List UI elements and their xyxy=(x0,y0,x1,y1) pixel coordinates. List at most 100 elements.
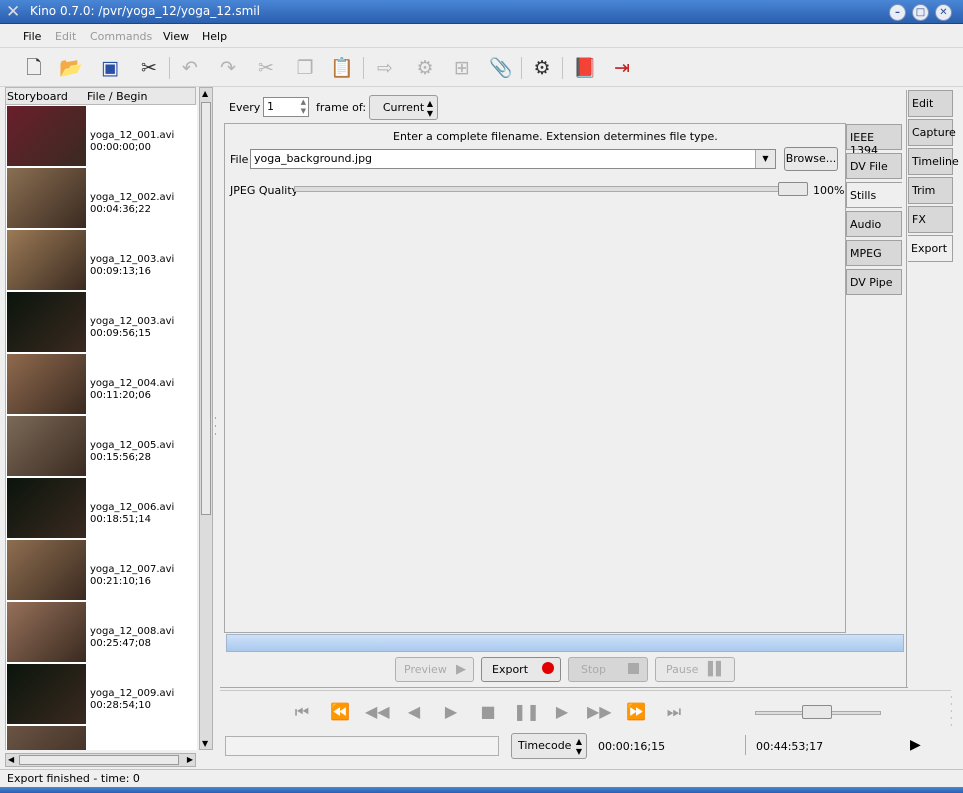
tab-export-dv-pipe[interactable]: DV Pipe xyxy=(846,269,902,295)
split-scene-icon[interactable]: ⇨ xyxy=(370,53,400,83)
tab-mode-capture[interactable]: Capture xyxy=(908,119,956,146)
attach-icon[interactable]: 📎 xyxy=(486,53,516,83)
copy-icon[interactable]: ❐ xyxy=(290,53,320,83)
scene-begin-time: 00:28:54;10 xyxy=(90,700,152,711)
tab-export-dv-file[interactable]: DV File xyxy=(846,153,902,179)
scroll-up-icon[interactable]: ▲ xyxy=(202,89,208,98)
tab-export-mpeg[interactable]: MPEG xyxy=(846,240,902,266)
minimize-icon[interactable]: – xyxy=(889,4,906,21)
help-book-icon[interactable]: 📕 xyxy=(570,53,600,83)
storyboard-item[interactable]: yoga_12_003.avi 00:09:56;15 xyxy=(6,291,197,353)
jpeg-quality-slider[interactable] xyxy=(294,186,808,192)
scene-begin-time: 00:25:47;08 xyxy=(90,638,152,649)
previous-scene-icon[interactable]: ⏪ xyxy=(328,702,352,721)
browse-button[interactable]: Browse... xyxy=(784,147,838,171)
file-label: File xyxy=(230,153,249,166)
shuttle-slider-handle[interactable] xyxy=(802,705,832,719)
storyboard-item[interactable]: yoga_12_010.avi xyxy=(6,725,197,750)
storyboard-item[interactable]: yoga_12_006.avi 00:18:51;14 xyxy=(6,477,197,539)
storyboard-item[interactable]: yoga_12_005.avi 00:15:56;28 xyxy=(6,415,197,477)
scene-filename: yoga_12_003.avi xyxy=(90,254,175,265)
resize-grip[interactable]: · · · · · xyxy=(950,694,953,730)
scroll-thumb[interactable] xyxy=(19,755,179,765)
menu-file[interactable]: File xyxy=(23,30,41,43)
position-field[interactable] xyxy=(225,736,499,756)
app-logo-icon: ✕ xyxy=(6,2,21,22)
scroll-left-icon[interactable]: ◀ xyxy=(8,755,14,764)
menu-commands[interactable]: Commands xyxy=(90,30,152,43)
jpeg-quality-label: JPEG Quality xyxy=(230,184,299,197)
frame-of-select[interactable]: Current ▲ ▼ xyxy=(369,95,438,120)
go-to-end-icon[interactable]: ⏭ xyxy=(662,702,686,722)
pause-button[interactable]: Pause ▌▌ xyxy=(655,657,735,682)
play-transport-icon[interactable]: ▶ xyxy=(439,702,463,721)
join-scenes-icon[interactable]: ⚙ xyxy=(410,53,440,83)
fast-forward-icon[interactable]: ▶▶ xyxy=(587,702,612,721)
tab-export-ieee-1394[interactable]: IEEE 1394 xyxy=(846,124,902,157)
tab-export-audio[interactable]: Audio xyxy=(846,211,902,237)
close-icon[interactable]: ✕ xyxy=(935,4,952,21)
storyboard-item[interactable]: yoga_12_009.avi 00:28:54;10 xyxy=(6,663,197,725)
jpeg-quality-slider-handle[interactable] xyxy=(778,182,808,196)
tab-mode-fx[interactable]: FX xyxy=(908,206,953,233)
every-spin-input[interactable]: 1 ▲ ▼ xyxy=(263,97,309,117)
filename-input[interactable]: yoga_background.jpg ▼ xyxy=(250,149,776,169)
save-icon[interactable]: ▣ xyxy=(95,53,125,83)
pause-transport-icon[interactable]: ❚❚ xyxy=(513,702,540,721)
storyboard-horizontal-scrollbar[interactable]: ◀ ▶ xyxy=(5,753,196,767)
status-text: Export finished - time: 0 xyxy=(7,772,140,785)
menu-edit[interactable]: Edit xyxy=(55,30,76,43)
paste-icon[interactable]: 📋 xyxy=(327,53,357,83)
next-frame-icon[interactable]: ▶ xyxy=(550,702,574,721)
tab-mode-edit[interactable]: Edit xyxy=(908,90,953,117)
open-folder-icon[interactable]: 📂 xyxy=(56,53,86,83)
scroll-down-icon[interactable]: ▼ xyxy=(202,739,208,748)
previous-frame-icon[interactable]: ◀ xyxy=(402,702,426,721)
tab-mode-export[interactable]: Export xyxy=(908,235,953,262)
column-file-begin[interactable]: File / Begin xyxy=(87,90,147,103)
tab-export-stills[interactable]: Stills xyxy=(846,182,902,208)
next-scene-icon[interactable]: ⏩ xyxy=(624,702,648,721)
menu-view[interactable]: View xyxy=(163,30,189,43)
publish-gears-icon[interactable]: ⚙ xyxy=(527,53,557,83)
storyboard-item[interactable]: yoga_12_004.avi 00:11:20;06 xyxy=(6,353,197,415)
tab-mode-trim[interactable]: Trim xyxy=(908,177,953,204)
tab-mode-timeline[interactable]: Timeline xyxy=(908,148,959,175)
every-value: 1 xyxy=(267,100,274,113)
preview-button[interactable]: Preview ▶ xyxy=(395,657,474,682)
maximize-icon[interactable]: □ xyxy=(912,4,929,21)
storyboard-item[interactable]: yoga_12_002.avi 00:04:36;22 xyxy=(6,167,197,229)
stop-transport-icon[interactable]: ■ xyxy=(476,702,500,721)
storyboard-item[interactable]: yoga_12_001.avi 00:00:00;00 xyxy=(6,105,197,167)
rewind-icon[interactable]: ◀◀ xyxy=(365,702,390,721)
preferences-tools-icon[interactable]: ✂ xyxy=(134,53,164,83)
scene-thumbnail xyxy=(7,168,86,228)
storyboard-item[interactable]: yoga_12_008.avi 00:25:47;08 xyxy=(6,601,197,663)
column-storyboard[interactable]: Storyboard xyxy=(7,90,68,103)
cut-icon[interactable]: ✂ xyxy=(251,53,281,83)
exit-icon[interactable]: ⇥ xyxy=(607,53,637,83)
spin-arrows-icon[interactable]: ▲ ▼ xyxy=(301,98,306,116)
timecode-format-select[interactable]: Timecode ▲ ▼ xyxy=(511,733,587,759)
current-time: 00:00:16;15 xyxy=(598,740,666,753)
redo-icon[interactable]: ↷ xyxy=(213,53,243,83)
go-to-start-icon[interactable]: ⏮ xyxy=(290,702,314,722)
scroll-right-icon[interactable]: ▶ xyxy=(187,755,193,764)
insert-icon[interactable]: ⊞ xyxy=(447,53,477,83)
scene-filename: yoga_12_001.avi xyxy=(90,130,175,141)
scroll-thumb[interactable] xyxy=(201,102,211,515)
dropdown-arrow-icon[interactable]: ▼ xyxy=(755,150,775,168)
undo-icon[interactable]: ↶ xyxy=(175,53,205,83)
storyboard-item[interactable]: yoga_12_003.avi 00:09:13;16 xyxy=(6,229,197,291)
menu-help[interactable]: Help xyxy=(202,30,227,43)
notebook-border xyxy=(220,687,908,688)
export-progress-bar xyxy=(226,634,904,652)
stop-button[interactable]: Stop xyxy=(568,657,648,682)
new-document-icon[interactable]: 🗋 xyxy=(19,53,49,83)
storyboard-item[interactable]: yoga_12_007.avi 00:21:10;16 xyxy=(6,539,197,601)
pane-splitter-handle[interactable]: · · · xyxy=(214,415,217,440)
export-button[interactable]: Export xyxy=(481,657,561,682)
play-arrow-icon[interactable]: ▶ xyxy=(910,737,921,753)
scene-begin-time: 00:09:56;15 xyxy=(90,328,152,339)
storyboard-vertical-scrollbar[interactable]: ▲ ▼ xyxy=(199,87,213,750)
